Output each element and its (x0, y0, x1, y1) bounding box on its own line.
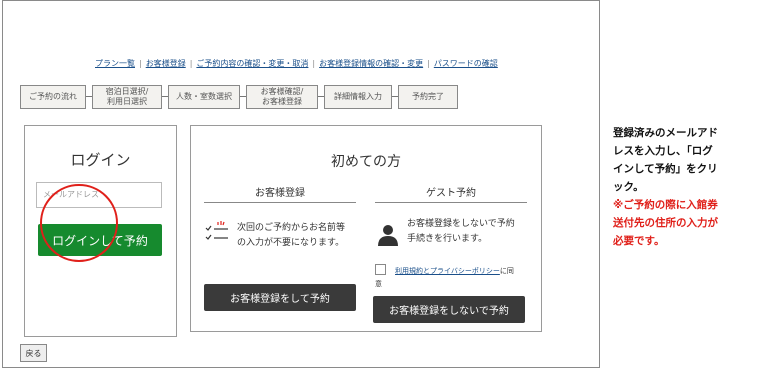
link-separator: | (427, 59, 430, 68)
guest-description-line: お客様登録をしないで予約 (407, 219, 515, 229)
step-people-select: 人数・室数選択 (168, 85, 240, 109)
instruction-note: 登録済みのメールアド レスを入力し、「ログ インして予約」をクリ ック。 ※ご予… (613, 124, 755, 250)
link-separator: | (312, 59, 316, 68)
link-plan-list[interactable]: プラン一覧 (95, 59, 135, 68)
person-icon (377, 223, 399, 247)
register-description-line: 次回のご予約からお名前等 (237, 223, 346, 233)
note-warning-line: ※ご予約の際に入館券 (613, 199, 718, 211)
guest-heading: ゲスト予約 (426, 188, 476, 199)
top-links: プラン一覧 | お客様登録 | ご予約内容の確認・変更・取消 | お客様登録情報の確認・変更… (95, 58, 498, 69)
guest-description-line: 手続きを行います。 (407, 234, 488, 244)
link-separator: | (139, 59, 142, 68)
first-time-title: 初めての方 (331, 154, 401, 170)
guest-divider (375, 202, 527, 203)
step-date-select: 宿泊日選択/ 利用日選択 (92, 85, 162, 109)
register-description: 次回のご予約からお名前等 の入力が不要になります。 (237, 221, 345, 251)
login-title: ログイン (70, 151, 131, 169)
guest-reserve-button[interactable]: お客様登録をしないで予約 (373, 296, 525, 323)
back-button[interactable]: 戻る (20, 344, 47, 362)
agree-text: 利用規約とプライバシーポリシーに同 (395, 265, 514, 277)
step-flow: ご予約の流れ (20, 85, 86, 109)
note-warning-line: 送付先の住所の入力が (613, 217, 718, 229)
link-password[interactable]: パスワードの確認 (434, 59, 498, 68)
link-register[interactable]: お客様登録 (146, 59, 186, 68)
link-account-check[interactable]: お客様登録情報の確認・変更 (319, 59, 423, 68)
step-detail-input: 詳細情報入力 (324, 85, 392, 109)
register-heading: お客様登録 (255, 188, 305, 199)
link-reservation-check[interactable]: ご予約内容の確認・変更・取消 (196, 59, 308, 68)
step-complete: 予約完了 (398, 85, 458, 109)
screenshot-frame: プラン一覧 | お客様登録 | ご予約内容の確認・変更・取消 | お客様登録情報の確認・変更… (2, 0, 600, 368)
step-customer-confirm: お客様確認/ お客様登録 (246, 85, 318, 109)
agree-text-line2: 意 (375, 280, 382, 288)
highlight-circle (40, 184, 118, 262)
note-line: レスを入力し、「ログ (613, 145, 713, 157)
note-warning-line: 必要です。 (613, 235, 665, 247)
register-form-icon (204, 220, 230, 244)
register-divider (204, 202, 356, 203)
note-line: インして予約」をクリ (613, 163, 718, 175)
login-panel: ログイン メールアドレス ログインして予約 (24, 125, 177, 337)
agree-suffix: に同 (499, 267, 514, 275)
agree-checkbox[interactable] (375, 264, 386, 275)
note-line: 登録済みのメールアド (613, 127, 718, 139)
first-time-panel: 初めての方 お客様登録 次回のご予約からお名前等 の入力が不要になります。 お客… (190, 125, 542, 332)
link-separator: | (189, 59, 193, 68)
register-and-reserve-button[interactable]: お客様登録をして予約 (204, 284, 356, 311)
register-description-line: の入力が不要になります。 (237, 238, 345, 248)
note-line: ック。 (613, 181, 644, 193)
terms-privacy-link[interactable]: 利用規約とプライバシーポリシー (395, 267, 500, 275)
guest-description: お客様登録をしないで予約 手続きを行います。 (407, 217, 515, 247)
